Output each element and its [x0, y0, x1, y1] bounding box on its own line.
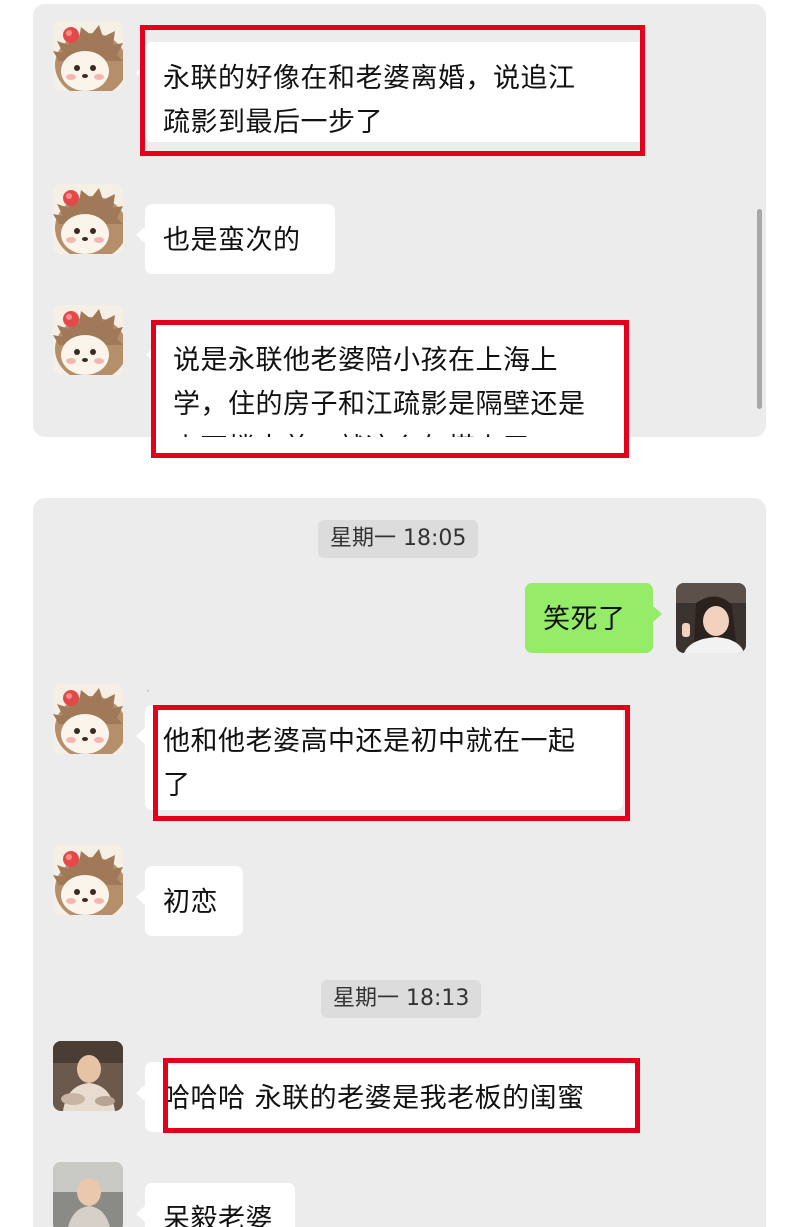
- scrollbar[interactable]: [757, 209, 762, 409]
- hedgehog-avatar-icon[interactable]: [53, 21, 123, 91]
- self-photo-avatar-icon[interactable]: [676, 583, 746, 653]
- message-bubble[interactable]: 说是永联他老婆陪小孩在上海上 学，住的房子和江疏影是隔壁还是 上下楼来着，就这么…: [146, 324, 625, 437]
- chat-panel-top: 永联的好像在和老婆离婚，说追江 疏影到最后一步了 也是蛮次的 说是永联他老婆陪小…: [33, 4, 766, 437]
- hedgehog-avatar-icon[interactable]: [53, 684, 123, 754]
- hedgehog-avatar-icon[interactable]: [53, 184, 123, 254]
- hedgehog-avatar-icon[interactable]: [53, 845, 123, 915]
- message-bubble-outgoing[interactable]: 笑死了: [525, 583, 662, 653]
- nickname-mark: ·: [146, 684, 150, 698]
- message-bubble[interactable]: 也是蛮次的: [136, 204, 335, 274]
- message-bubble[interactable]: 他和他老婆高中还是初中就在一起 了: [136, 705, 623, 810]
- message-bubble[interactable]: 哈哈哈 永联的老婆是我老板的闺蜜: [136, 1062, 635, 1132]
- message-bubble[interactable]: 初恋: [136, 866, 243, 936]
- hedgehog-avatar-icon[interactable]: [53, 305, 123, 375]
- message-bubble[interactable]: 永联的好像在和老婆离婚，说追江 疏影到最后一步了: [136, 42, 645, 142]
- user-photo-avatar-icon[interactable]: [53, 1041, 123, 1111]
- timestamp: 星期一 18:05: [318, 520, 479, 558]
- message-bubble[interactable]: 呆毅老婆: [136, 1183, 295, 1227]
- user-photo-avatar-icon[interactable]: [53, 1162, 123, 1227]
- chat-panel-bottom: 星期一 18:05 笑死了 · 他和他老婆高中还是初中就在一起 了 初恋 星期一…: [33, 498, 766, 1227]
- timestamp: 星期一 18:13: [321, 980, 482, 1018]
